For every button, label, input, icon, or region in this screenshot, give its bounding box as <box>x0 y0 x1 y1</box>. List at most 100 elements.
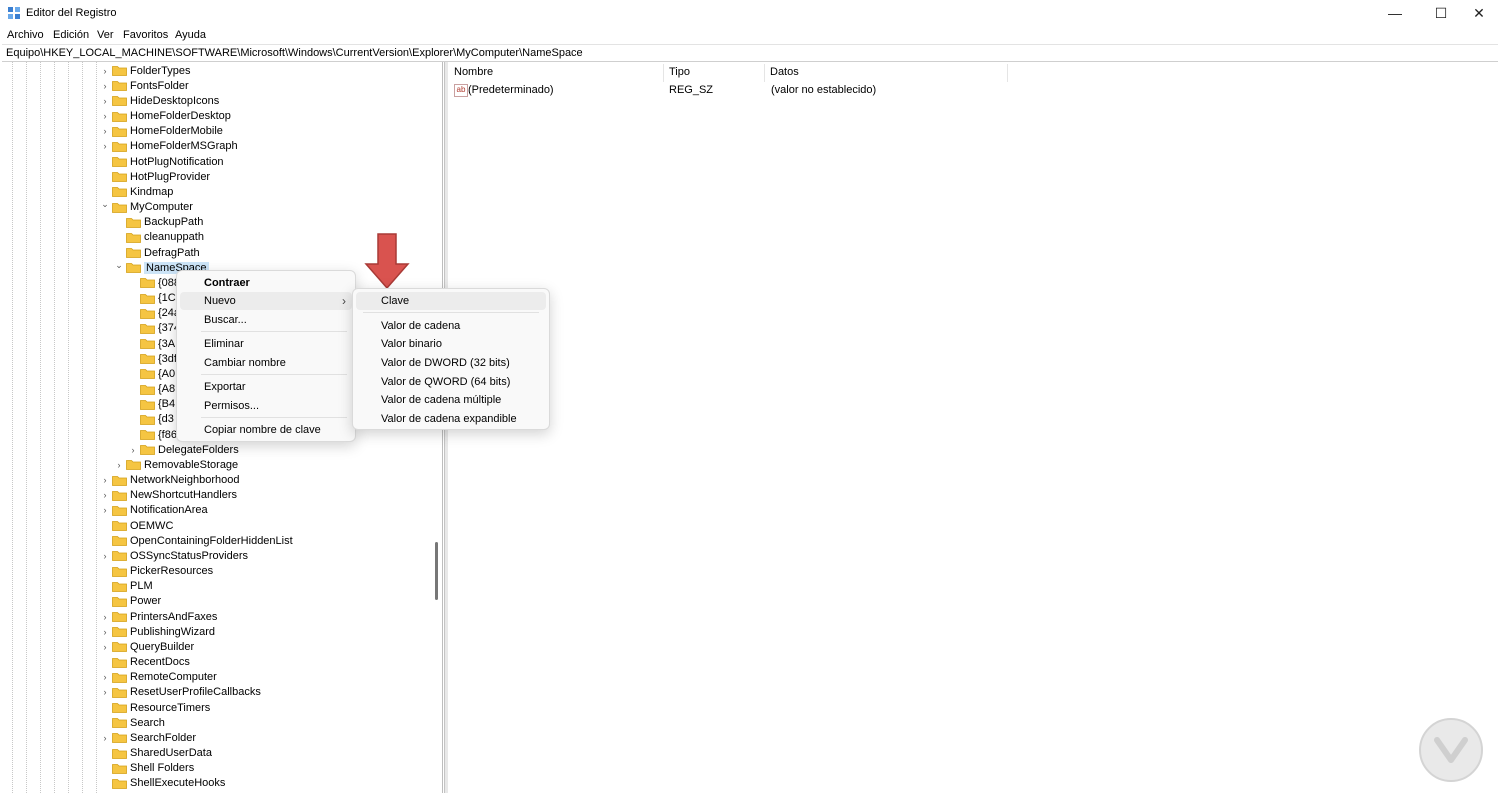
tree-node-homefolderdesktop[interactable]: › HomeFolderDesktop <box>100 109 231 124</box>
expand-chevron-icon[interactable]: › <box>100 551 110 561</box>
minimize-button[interactable]: — <box>1372 0 1418 26</box>
expand-chevron-icon[interactable]: › <box>128 445 138 455</box>
submenu-item-valor-qword[interactable]: Valor de QWORD (64 bits) <box>353 373 549 391</box>
tree-node-pickerresources[interactable]: PickerResources <box>100 564 213 579</box>
tree-node-kindmap[interactable]: Kindmap <box>100 184 173 199</box>
expand-chevron-icon[interactable]: › <box>100 627 110 637</box>
tree-node-namespace-child-6[interactable]: {A0 <box>128 366 175 381</box>
tree-node-recentdocs[interactable]: RecentDocs <box>100 655 190 670</box>
tree-node-publishingwizard[interactable]: › PublishingWizard <box>100 624 215 639</box>
menu-archivo[interactable]: Archivo <box>7 29 44 41</box>
tree-node-foldertypes[interactable]: › FolderTypes <box>100 63 191 78</box>
tree-node-shellexecutehooks[interactable]: ShellExecuteHooks <box>100 776 225 791</box>
menu-item-permisos[interactable]: Permisos... <box>177 397 355 415</box>
expand-chevron-icon[interactable]: › <box>100 612 110 622</box>
expand-chevron-icon[interactable]: › <box>100 96 110 106</box>
tree-scrollbar-thumb[interactable] <box>435 542 438 600</box>
expand-chevron-icon[interactable]: › <box>100 490 110 500</box>
tree-node-hidedesktopicons[interactable]: › HideDesktopIcons <box>100 93 220 108</box>
tree-node-ossyncstatusproviders[interactable]: › OSSyncStatusProviders <box>100 548 249 563</box>
expand-chevron-icon[interactable]: › <box>100 126 110 136</box>
expand-chevron-icon[interactable]: › <box>100 505 110 515</box>
tree-node-cleanuppath[interactable]: cleanuppath <box>114 230 204 245</box>
tree-node-networkneighborhood[interactable]: › NetworkNeighborhood <box>100 473 240 488</box>
column-header-type[interactable]: Tipo <box>669 66 690 78</box>
expand-chevron-icon[interactable]: › <box>100 733 110 743</box>
menu-item-buscar[interactable]: Buscar... <box>177 311 355 329</box>
tree-node-namespace-child-3[interactable]: {374 <box>128 321 180 336</box>
tree-node-hotplugprovider[interactable]: HotPlugProvider <box>100 169 210 184</box>
tree-node-remotecomputer[interactable]: › RemoteComputer <box>100 670 217 685</box>
value-name[interactable]: (Predeterminado) <box>468 84 554 96</box>
expand-chevron-icon[interactable]: › <box>100 111 110 121</box>
expand-chevron-icon[interactable]: › <box>100 66 110 76</box>
close-button[interactable]: ✕ <box>1456 0 1500 26</box>
tree-node-search[interactable]: Search <box>100 715 165 730</box>
tree-node-resourcetimers[interactable]: ResourceTimers <box>100 700 210 715</box>
submenu-item-valor-cadena[interactable]: Valor de cadena <box>353 317 549 335</box>
tree-node-shareduserdata[interactable]: SharedUserData <box>100 746 212 761</box>
expand-chevron-icon[interactable]: › <box>114 460 124 470</box>
expand-chevron-icon[interactable]: › <box>100 475 110 485</box>
tree-node-namespace-child-9[interactable]: {d3 <box>128 412 174 427</box>
menu-ver[interactable]: Ver <box>97 29 114 41</box>
menu-item-eliminar[interactable]: Eliminar <box>177 335 355 353</box>
submenu-item-valor-binario[interactable]: Valor binario <box>353 335 549 353</box>
tree-node-newshortcuthandlers[interactable]: › NewShortcutHandlers <box>100 488 238 503</box>
tree-node-mycomputer[interactable]: ⌄ MyComputer <box>100 199 193 215</box>
menu-ayuda[interactable]: Ayuda <box>175 29 206 41</box>
value-type[interactable]: REG_SZ <box>669 84 713 96</box>
tree-node-namespace-child-1[interactable]: {1C <box>128 291 176 306</box>
tree-node-homefoldermsgraph[interactable]: › HomeFolderMSGraph <box>100 139 238 154</box>
expand-chevron-icon[interactable]: › <box>100 687 110 697</box>
tree-node-searchfolder[interactable]: › SearchFolder <box>100 730 197 745</box>
collapse-chevron-icon[interactable]: ⌄ <box>114 260 124 271</box>
menu-item-nuevo[interactable]: Nuevo › <box>180 292 352 310</box>
tree-node-namespace-child-10[interactable]: {f86 <box>128 427 177 442</box>
expand-chevron-icon[interactable]: › <box>100 642 110 652</box>
tree-node-namespace-child-7[interactable]: {A8 <box>128 382 175 397</box>
value-data[interactable]: (valor no establecido) <box>771 84 876 96</box>
tree-node-power[interactable]: Power <box>100 594 161 609</box>
tree-node-hotplugnotification[interactable]: HotPlugNotification <box>100 154 224 169</box>
tree-node-querybuilder[interactable]: › QueryBuilder <box>100 639 195 654</box>
address-path[interactable]: Equipo\HKEY_LOCAL_MACHINE\SOFTWARE\Micro… <box>6 47 583 59</box>
tree-node-removablestorage[interactable]: › RemovableStorage <box>114 457 239 472</box>
address-bar[interactable]: Equipo\HKEY_LOCAL_MACHINE\SOFTWARE\Micro… <box>2 44 1498 62</box>
tree-node-namespace-child-8[interactable]: {B4 <box>128 397 175 412</box>
tree-node-namespace-child-5[interactable]: {3df <box>128 351 177 366</box>
expand-chevron-icon[interactable]: › <box>100 141 110 151</box>
expand-chevron-icon[interactable]: › <box>100 672 110 682</box>
tree-node-namespace-child-0[interactable]: {088 <box>128 275 180 290</box>
tree-node-notificationarea[interactable]: › NotificationArea <box>100 503 208 518</box>
values-pane[interactable]: Nombre Tipo Datos ab (Predeterminado) RE… <box>448 62 1500 793</box>
submenu-item-valor-cadena-multiple[interactable]: Valor de cadena múltiple <box>353 391 549 409</box>
submenu-item-valor-cadena-expandible[interactable]: Valor de cadena expandible <box>353 410 549 428</box>
tree-node-namespace-child-2[interactable]: {24a <box>128 306 180 321</box>
menu-item-cambiar-nombre[interactable]: Cambiar nombre <box>177 354 355 372</box>
tree-node-defragpath[interactable]: DefragPath <box>114 245 200 260</box>
tree-node-printersandfaxes[interactable]: › PrintersAndFaxes <box>100 609 218 624</box>
submenu-item-valor-dword[interactable]: Valor de DWORD (32 bits) <box>353 354 549 372</box>
menu-favoritos[interactable]: Favoritos <box>123 29 168 41</box>
submenu-item-clave[interactable]: Clave <box>356 292 546 310</box>
tree-node-homefoldermobile[interactable]: › HomeFolderMobile <box>100 124 223 139</box>
collapse-chevron-icon[interactable]: ⌄ <box>100 199 110 210</box>
tree-node-namespace-child-4[interactable]: {3A <box>128 336 175 351</box>
folder-icon <box>140 277 155 289</box>
column-header-data[interactable]: Datos <box>770 66 799 78</box>
menu-edicion[interactable]: Edición <box>53 29 89 41</box>
tree-node-resetuserprofilecallbacks[interactable]: › ResetUserProfileCallbacks <box>100 685 261 700</box>
tree-node-opencontainingfolderhiddenlist[interactable]: OpenContainingFolderHiddenList <box>100 533 293 548</box>
menu-item-contraer[interactable]: Contraer <box>177 274 355 292</box>
menu-item-copiar-nombre[interactable]: Copiar nombre de clave <box>177 421 355 439</box>
tree-node-plm[interactable]: PLM <box>100 579 153 594</box>
menu-item-exportar[interactable]: Exportar <box>177 378 355 396</box>
tree-node-shell-folders[interactable]: Shell Folders <box>100 761 194 776</box>
expand-chevron-icon[interactable]: › <box>100 81 110 91</box>
tree-node-delegatefolders[interactable]: › DelegateFolders <box>128 442 239 457</box>
tree-node-backuppath[interactable]: BackupPath <box>114 215 203 230</box>
tree-node-oemwc[interactable]: OEMWC <box>100 518 173 533</box>
tree-node-fontsfolder[interactable]: › FontsFolder <box>100 78 189 93</box>
column-header-name[interactable]: Nombre <box>454 66 493 78</box>
